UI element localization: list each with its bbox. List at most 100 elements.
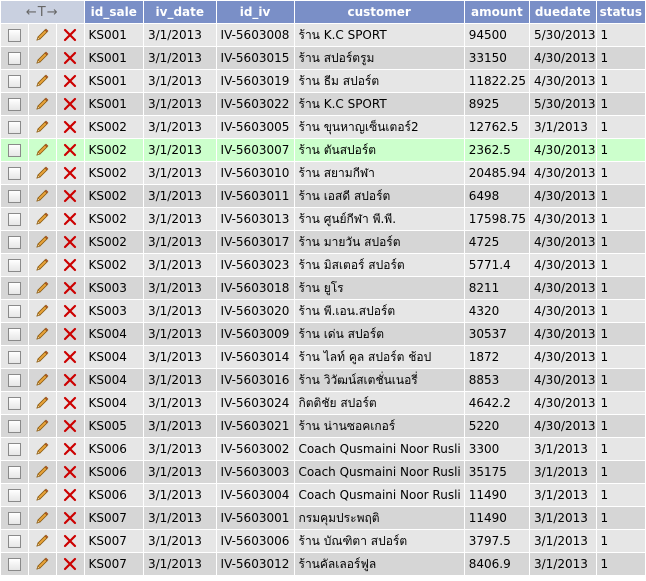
row-checkbox[interactable] <box>7 351 21 364</box>
cell-status: 1 <box>596 24 645 46</box>
row-checkbox[interactable] <box>7 397 21 410</box>
row-checkbox[interactable] <box>7 420 21 433</box>
pencil-icon[interactable] <box>34 73 50 89</box>
delete-x-icon[interactable] <box>63 51 77 65</box>
row-edit-cell <box>28 254 56 276</box>
delete-x-icon[interactable] <box>63 442 77 456</box>
row-checkbox[interactable] <box>7 167 21 180</box>
row-checkbox[interactable] <box>7 52 21 65</box>
delete-x-icon[interactable] <box>63 373 77 387</box>
table-row: KS004 3/1/2013 IV-5603009 ร้าน เด่น สปอร์ต 3… <box>1 323 645 345</box>
row-checkbox[interactable] <box>7 512 21 525</box>
delete-x-icon[interactable] <box>63 166 77 180</box>
cell-duedate: 3/1/2013 <box>530 530 596 552</box>
pencil-icon[interactable] <box>34 510 50 526</box>
row-checkbox[interactable] <box>7 144 21 157</box>
pencil-icon[interactable] <box>34 326 50 342</box>
row-edit-cell <box>28 300 56 322</box>
delete-x-icon[interactable] <box>63 235 77 249</box>
pencil-icon[interactable] <box>34 280 50 296</box>
row-delete-cell <box>56 277 84 299</box>
column-header-id-sale[interactable]: id_sale <box>84 1 143 23</box>
table-row: KS002 3/1/2013 IV-5603007 ร้าน ตันสปอร์ต 236… <box>1 139 645 161</box>
cell-customer: ร้าน น่านซอคเกอร์ <box>294 415 464 437</box>
cell-iv-date: 3/1/2013 <box>143 162 216 184</box>
row-checkbox[interactable] <box>7 328 21 341</box>
column-header-status[interactable]: status <box>596 1 645 23</box>
pencil-icon[interactable] <box>34 441 50 457</box>
row-checkbox[interactable] <box>7 75 21 88</box>
column-header-customer[interactable]: customer <box>294 1 464 23</box>
pencil-icon[interactable] <box>34 234 50 250</box>
row-checkbox[interactable] <box>7 305 21 318</box>
pencil-icon[interactable] <box>34 50 50 66</box>
row-checkbox[interactable] <box>7 466 21 479</box>
pencil-icon[interactable] <box>34 142 50 158</box>
delete-x-icon[interactable] <box>63 97 77 111</box>
pencil-icon[interactable] <box>34 395 50 411</box>
pencil-icon[interactable] <box>34 418 50 434</box>
pencil-icon[interactable] <box>34 211 50 227</box>
delete-x-icon[interactable] <box>63 534 77 548</box>
delete-x-icon[interactable] <box>63 327 77 341</box>
column-header-iv-date[interactable]: iv_date <box>143 1 216 23</box>
row-checkbox[interactable] <box>7 374 21 387</box>
pencil-icon[interactable] <box>34 257 50 273</box>
delete-x-icon[interactable] <box>63 212 77 226</box>
delete-x-icon[interactable] <box>63 350 77 364</box>
cell-amount: 4642.2 <box>464 392 529 414</box>
row-checkbox[interactable] <box>7 489 21 502</box>
column-controls[interactable]: ←T→ <box>1 1 84 23</box>
row-checkbox[interactable] <box>7 558 21 571</box>
column-header-id-iv[interactable]: id_iv <box>216 1 294 23</box>
pencil-icon[interactable] <box>34 119 50 135</box>
pencil-icon[interactable] <box>34 165 50 181</box>
pencil-icon[interactable] <box>34 303 50 319</box>
row-checkbox[interactable] <box>7 236 21 249</box>
delete-x-icon[interactable] <box>63 465 77 479</box>
pencil-icon[interactable] <box>34 533 50 549</box>
delete-x-icon[interactable] <box>63 419 77 433</box>
delete-x-icon[interactable] <box>63 28 77 42</box>
cell-id-iv: IV-5603020 <box>216 300 294 322</box>
pencil-icon[interactable] <box>34 349 50 365</box>
delete-x-icon[interactable] <box>63 120 77 134</box>
cell-duedate: 3/1/2013 <box>530 438 596 460</box>
row-checkbox[interactable] <box>7 29 21 42</box>
delete-x-icon[interactable] <box>63 74 77 88</box>
pencil-icon[interactable] <box>34 372 50 388</box>
row-checkbox[interactable] <box>7 213 21 226</box>
row-checkbox[interactable] <box>7 259 21 272</box>
pencil-icon[interactable] <box>34 27 50 43</box>
row-checkbox[interactable] <box>7 443 21 456</box>
row-checkbox[interactable] <box>7 535 21 548</box>
pencil-icon[interactable] <box>34 464 50 480</box>
cell-iv-date: 3/1/2013 <box>143 507 216 529</box>
delete-x-icon[interactable] <box>63 281 77 295</box>
table-row: KS005 3/1/2013 IV-5603021 ร้าน น่านซอคเกอร์… <box>1 415 645 437</box>
pencil-icon[interactable] <box>34 188 50 204</box>
delete-x-icon[interactable] <box>63 557 77 571</box>
cell-duedate: 4/30/2013 <box>530 208 596 230</box>
row-checkbox[interactable] <box>7 190 21 203</box>
column-header-duedate[interactable]: duedate <box>530 1 596 23</box>
pencil-icon[interactable] <box>34 96 50 112</box>
delete-x-icon[interactable] <box>63 189 77 203</box>
delete-x-icon[interactable] <box>63 488 77 502</box>
delete-x-icon[interactable] <box>63 304 77 318</box>
row-checkbox[interactable] <box>7 121 21 134</box>
cell-iv-date: 3/1/2013 <box>143 277 216 299</box>
pencil-icon[interactable] <box>34 556 50 572</box>
row-select-cell <box>1 392 28 414</box>
delete-x-icon[interactable] <box>63 143 77 157</box>
column-header-amount[interactable]: amount <box>464 1 529 23</box>
row-select-cell <box>1 461 28 483</box>
delete-x-icon[interactable] <box>63 258 77 272</box>
delete-x-icon[interactable] <box>63 511 77 525</box>
cell-id-sale: KS004 <box>84 369 143 391</box>
cell-id-sale: KS002 <box>84 231 143 253</box>
pencil-icon[interactable] <box>34 487 50 503</box>
row-checkbox[interactable] <box>7 282 21 295</box>
row-checkbox[interactable] <box>7 98 21 111</box>
delete-x-icon[interactable] <box>63 396 77 410</box>
